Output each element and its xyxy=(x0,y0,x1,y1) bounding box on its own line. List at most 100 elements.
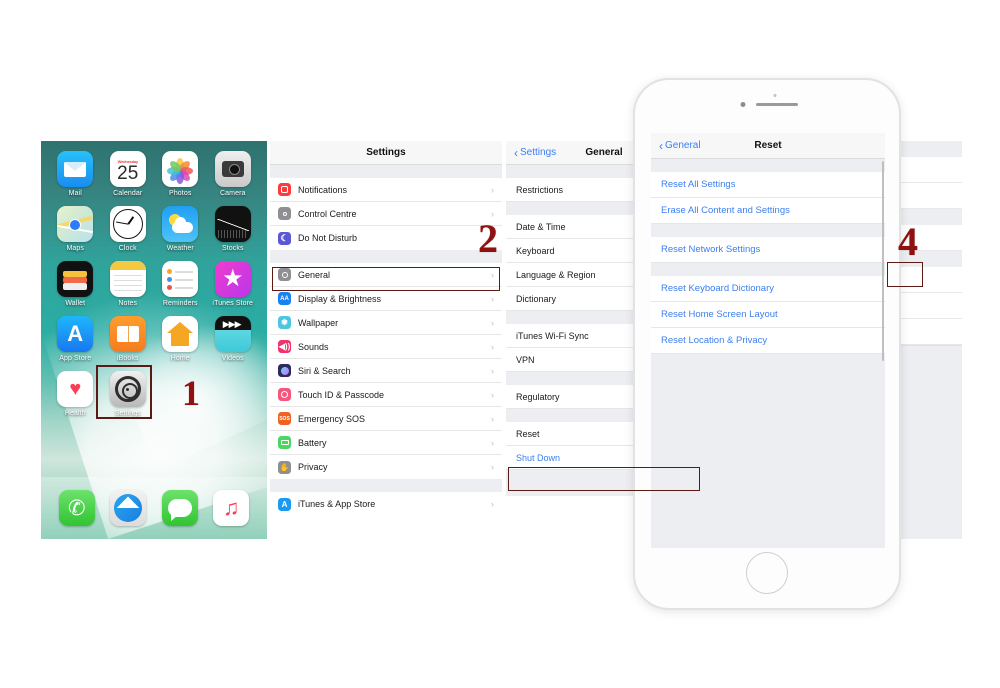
messages-bubble-icon[interactable] xyxy=(161,490,198,526)
app-icon-health[interactable]: ♥ Health xyxy=(49,371,102,417)
settings-list-panel: Settings Notifications › Control Centre … xyxy=(270,141,502,539)
settings-row-do-not-disturb[interactable]: ☾ Do Not Disturb › xyxy=(270,226,502,250)
calendar-icon: Wednesday 25 xyxy=(109,151,146,187)
app-label: App Store xyxy=(59,355,92,362)
app-label: Calendar xyxy=(113,190,143,197)
app-label: Reminders xyxy=(162,300,198,307)
app-icon-home[interactable]: Home xyxy=(154,316,207,362)
row-label: Dictionary xyxy=(516,293,557,304)
app-label: Stocks xyxy=(221,245,244,252)
row-label: Control Centre xyxy=(298,208,357,219)
settings-row-touch-id[interactable]: Touch ID & Passcode › xyxy=(270,383,502,407)
group-spacer xyxy=(651,159,885,172)
home-button[interactable] xyxy=(746,552,788,594)
siri-search-icon xyxy=(278,364,291,377)
front-camera-icon xyxy=(740,102,746,107)
settings-nav-bar: Settings xyxy=(270,141,502,165)
settings-group-2: General › AA Display & Brightness › ✾ Wa… xyxy=(270,263,502,479)
wallet-icon xyxy=(57,261,94,297)
phone-icon[interactable]: ✆ xyxy=(58,490,95,526)
group-spacer xyxy=(651,263,885,276)
photos-icon xyxy=(162,151,199,187)
app-icon-mail[interactable]: Mail xyxy=(49,151,102,197)
wallpaper-icon: ✾ xyxy=(278,316,291,329)
chevron-right-icon: › xyxy=(491,365,494,376)
control-centre-icon xyxy=(278,207,291,220)
app-label: Notes xyxy=(118,300,138,307)
app-icon-clock[interactable]: Clock xyxy=(102,206,155,252)
settings-row-sounds[interactable]: ◀)) Sounds › xyxy=(270,335,502,359)
stocks-icon xyxy=(214,206,251,242)
row-label: Language & Region xyxy=(516,269,596,280)
reset-row-reset-all-settings[interactable]: Reset All Settings xyxy=(651,172,885,198)
row-label: Reset All Settings xyxy=(661,179,736,190)
reset-row-reset-location-privacy[interactable]: Reset Location & Privacy xyxy=(651,328,885,354)
reset-row-reset-network-settings[interactable]: Reset Network Settings xyxy=(651,237,885,263)
row-label: Reset Home Screen Layout xyxy=(661,309,778,320)
music-note-icon[interactable]: ♫ xyxy=(213,490,250,526)
app-icon-ibooks[interactable]: iBooks xyxy=(102,316,155,362)
row-label: Display & Brightness xyxy=(298,293,382,304)
app-label: Weather xyxy=(166,245,194,252)
mail-icon xyxy=(57,151,94,187)
chevron-right-icon: › xyxy=(491,293,494,304)
proximity-sensor-icon xyxy=(773,94,777,97)
settings-row-emergency-sos[interactable]: SOS Emergency SOS › xyxy=(270,407,502,431)
app-store-icon: A xyxy=(57,316,94,352)
settings-group-1: Notifications › Control Centre › ☾ Do No… xyxy=(270,178,502,250)
app-icon-stocks[interactable]: Stocks xyxy=(207,206,260,252)
chevron-right-icon: › xyxy=(491,462,494,472)
settings-row-general[interactable]: General › xyxy=(270,263,502,287)
app-icon-photos[interactable]: Photos xyxy=(154,151,207,197)
app-label: Mail xyxy=(68,190,82,197)
row-label: Reset Network Settings xyxy=(661,244,761,255)
iphone-device-mockup: ‹ General Reset Reset All Settings Erase… xyxy=(633,78,901,610)
app-icon-calendar[interactable]: Wednesday 25 Calendar xyxy=(102,151,155,197)
app-icon-wallet[interactable]: Wallet xyxy=(49,261,102,307)
settings-row-control-centre[interactable]: Control Centre › xyxy=(270,202,502,226)
camera-icon xyxy=(214,151,251,187)
settings-row-battery[interactable]: Battery › xyxy=(270,431,502,455)
settings-row-display-brightness[interactable]: AA Display & Brightness › xyxy=(270,287,502,311)
row-label: Date & Time xyxy=(516,221,566,232)
back-to-settings-button[interactable]: ‹ Settings xyxy=(514,147,556,159)
back-to-general-button[interactable]: ‹ General xyxy=(659,140,701,152)
settings-row-privacy[interactable]: ✋ Privacy › xyxy=(270,455,502,479)
row-label: Keyboard xyxy=(516,245,555,256)
reset-row-erase-all-content[interactable]: Erase All Content and Settings xyxy=(651,198,885,224)
home-dock: ✆ ♫ xyxy=(41,477,267,539)
reset-row-reset-keyboard-dictionary[interactable]: Reset Keyboard Dictionary xyxy=(651,276,885,302)
reminders-icon xyxy=(162,261,199,297)
step-marker-4: 4 xyxy=(898,219,918,264)
reset-row-reset-home-screen-layout[interactable]: Reset Home Screen Layout xyxy=(651,302,885,328)
app-icon-maps[interactable]: Maps xyxy=(49,206,102,252)
settings-row-notifications[interactable]: Notifications › xyxy=(270,178,502,202)
row-label: Shut Down xyxy=(516,452,561,463)
safari-compass-icon[interactable] xyxy=(110,490,147,526)
group-spacer xyxy=(270,479,502,492)
app-icon-itunes-store[interactable]: ★ iTunes Store xyxy=(207,261,260,307)
app-icon-reminders[interactable]: Reminders xyxy=(154,261,207,307)
chevron-right-icon: › xyxy=(491,389,494,400)
app-label: Home xyxy=(170,355,190,362)
app-label: iTunes Store xyxy=(212,300,254,307)
settings-row-wallpaper[interactable]: ✾ Wallpaper › xyxy=(270,311,502,335)
row-label: Reset xyxy=(516,428,540,439)
settings-row-itunes-app-store[interactable]: A iTunes & App Store › xyxy=(270,492,502,516)
group-spacer-bottom xyxy=(651,354,885,534)
scrollbar-indicator[interactable] xyxy=(882,161,884,361)
row-label: Privacy xyxy=(298,462,328,472)
settings-row-siri-search[interactable]: Siri & Search › xyxy=(270,359,502,383)
app-icon-videos[interactable]: ▶▶▶ Videos xyxy=(207,316,260,362)
app-icon-notes[interactable]: Notes xyxy=(102,261,155,307)
weather-icon xyxy=(162,206,199,242)
app-icon-camera[interactable]: Camera xyxy=(207,151,260,197)
app-icon-app-store[interactable]: A App Store xyxy=(49,316,102,362)
general-icon xyxy=(278,268,291,281)
group-spacer xyxy=(270,165,502,178)
app-label: Clock xyxy=(118,245,137,252)
row-label: Touch ID & Passcode xyxy=(298,389,385,400)
row-label: General xyxy=(298,269,331,280)
sounds-icon: ◀)) xyxy=(278,340,291,353)
app-icon-weather[interactable]: Weather xyxy=(154,206,207,252)
